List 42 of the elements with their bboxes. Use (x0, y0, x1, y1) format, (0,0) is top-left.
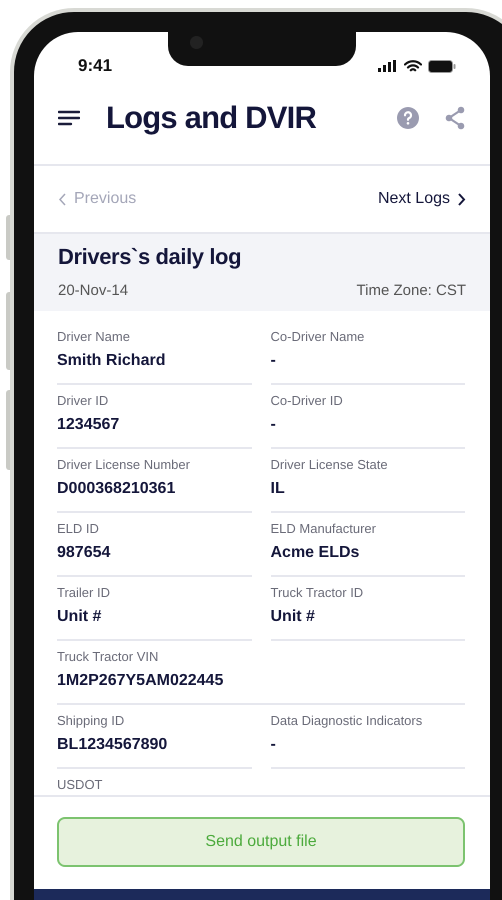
field-label: ELD Manufacturer (270, 521, 377, 536)
wifi-icon (404, 60, 422, 72)
send-output-file-button[interactable]: Send output file (57, 817, 465, 867)
signal-icon (378, 60, 398, 72)
field-label: Truck Tractor VIN (57, 649, 160, 664)
field-label: Co-Driver ID (270, 393, 344, 408)
field-value: IL (270, 480, 286, 498)
log-date: 20-Nov-14 (58, 282, 128, 299)
field-value: Unit # (57, 608, 102, 626)
field-value: - (270, 352, 277, 370)
field-label: Driver Name (57, 329, 131, 344)
field-label: Trailer ID (57, 585, 111, 600)
field-value: 987654 (57, 544, 112, 562)
log-title: Drivers`s daily log (58, 244, 242, 270)
field-label: Co-Driver Name (270, 329, 366, 344)
chevron-right-icon (458, 192, 466, 206)
field-value: 1234567 (57, 416, 120, 434)
field-label: Driver License State (270, 457, 389, 472)
share-icon[interactable] (444, 106, 466, 130)
field-label: Driver ID (57, 393, 110, 408)
field-label: Driver License Number (57, 457, 191, 472)
field-label: USDOT (57, 777, 104, 792)
status-time: 9:41 (78, 56, 112, 76)
field-value: Smith Richard (57, 352, 166, 370)
field-label: ELD ID (57, 521, 100, 536)
next-logs-button[interactable]: Next Logs (378, 190, 466, 208)
battery-icon (428, 60, 456, 72)
field-label: Shipping ID (57, 713, 126, 728)
field-label: Truck Tractor ID (270, 585, 364, 600)
field-value: 1M2P267Y5AM022445 (57, 672, 224, 690)
page-title: Logs and DVIR (106, 100, 318, 136)
field-value: Acme ELDs (270, 544, 360, 562)
field-value: - (270, 416, 277, 434)
help-icon[interactable] (396, 106, 420, 130)
time-zone: Time Zone: CST (356, 282, 466, 299)
field-value: BL1234567890 (57, 736, 168, 754)
chevron-left-icon (58, 192, 66, 206)
menu-icon[interactable] (58, 110, 80, 126)
field-label: Data Diagnostic Indicators (270, 713, 424, 728)
field-value: D000368210361 (57, 480, 176, 498)
field-value: Unit # (270, 608, 316, 626)
field-value: - (270, 736, 277, 754)
